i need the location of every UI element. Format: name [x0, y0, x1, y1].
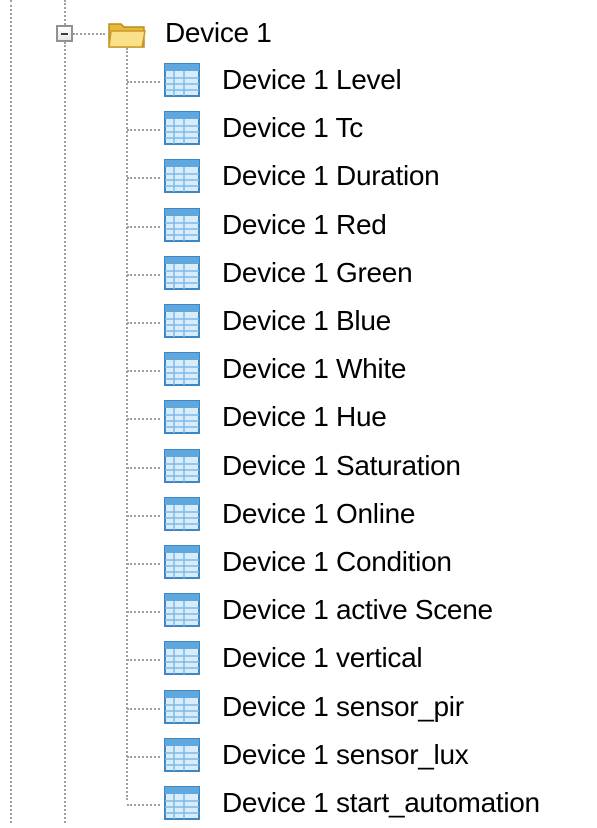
- tree-item-16[interactable]: Device 1 start_automation: [0, 780, 597, 828]
- tree-guide-line-parent: [64, 0, 66, 25]
- tree-item-15[interactable]: Device 1 sensor_lux: [0, 732, 597, 780]
- tree-item-label: Device 1 Level: [222, 64, 402, 95]
- table-icon: [164, 689, 200, 724]
- tree-item-label: Device 1 White: [222, 353, 407, 385]
- tree-connector: [127, 273, 160, 276]
- tree-item-7[interactable]: Device 1 White: [0, 346, 597, 394]
- table-icon: [164, 207, 200, 242]
- tree-item-8[interactable]: Device 1 Hue: [0, 394, 597, 442]
- table-icon: [164, 641, 200, 676]
- tree-item-12[interactable]: Device 1 active Scene: [0, 587, 597, 635]
- tree-item-2[interactable]: Device 1 Tc: [0, 105, 597, 153]
- tree-root-label[interactable]: Device 1: [165, 16, 272, 50]
- tree-connector: [127, 611, 160, 614]
- table-icon: [164, 737, 200, 772]
- tree-item-label: Device 1 Condition: [222, 546, 452, 577]
- table-icon: [164, 545, 200, 579]
- tree-connector: [127, 466, 160, 469]
- tree-item-label: Device 1 sensor_lux: [222, 738, 469, 770]
- tree-item-label: Device 1 Blue: [222, 305, 391, 336]
- table-icon: [164, 400, 200, 435]
- tree-item-label: Device 1 sensor_pir: [222, 690, 464, 722]
- table-icon: [164, 593, 200, 628]
- tree-item-label: Device 1 active Scene: [222, 594, 493, 626]
- tree-item-label: Device 1 vertical: [222, 642, 423, 674]
- tree-item-label: Device 1 Red: [222, 208, 387, 240]
- tree-item-3[interactable]: Device 1 Duration: [0, 153, 597, 201]
- table-icon: [164, 159, 200, 194]
- tree-connector: [127, 370, 160, 373]
- tree-connector: [127, 659, 160, 662]
- table-icon: [164, 448, 200, 483]
- tree-view: Device 1 Device 1 Level Device 1 Tc Devi…: [0, 0, 597, 823]
- folder-open-icon[interactable]: [108, 20, 146, 48]
- tree-connector: [127, 514, 160, 517]
- tree-item-11[interactable]: Device 1 Condition: [0, 539, 597, 587]
- tree-item-label: Device 1 Green: [222, 256, 413, 288]
- tree-item-10[interactable]: Device 1 Online: [0, 491, 597, 539]
- table-icon: [164, 352, 200, 387]
- table-icon: [164, 496, 200, 531]
- tree-connector: [127, 804, 160, 806]
- tree-item-14[interactable]: Device 1 sensor_pir: [0, 684, 597, 732]
- tree-item-label: Device 1 Duration: [222, 160, 440, 192]
- tree-item-label: Device 1 Tc: [222, 112, 363, 144]
- tree-item-1[interactable]: Device 1 Level: [0, 57, 597, 105]
- tree-connector: [127, 225, 160, 228]
- tree-item-5[interactable]: Device 1 Green: [0, 250, 597, 298]
- tree-item-label: Device 1 Online: [222, 497, 416, 529]
- table-icon: [164, 786, 200, 820]
- tree-item-4[interactable]: Device 1 Red: [0, 202, 597, 250]
- tree-item-13[interactable]: Device 1 vertical: [0, 635, 597, 683]
- collapse-toggle-button[interactable]: [56, 25, 73, 42]
- tree-item-6[interactable]: Device 1 Blue: [0, 298, 597, 346]
- tree-item-label: Device 1 Saturation: [222, 449, 461, 481]
- tree-connector-root: [73, 33, 105, 35]
- tree-connector: [127, 418, 160, 421]
- tree-connector: [127, 81, 160, 83]
- table-icon: [164, 63, 200, 97]
- tree-connector: [127, 129, 160, 132]
- tree-connector: [127, 707, 160, 710]
- tree-item-label: Device 1 Hue: [222, 401, 387, 433]
- tree-item-9[interactable]: Device 1 Saturation: [0, 443, 597, 491]
- table-icon: [164, 111, 200, 146]
- tree-item-label: Device 1 start_automation: [222, 787, 540, 818]
- table-icon: [164, 255, 200, 290]
- tree-connector: [127, 177, 160, 180]
- tree-connector: [127, 322, 160, 324]
- tree-connector: [127, 755, 160, 758]
- tree-connector: [127, 563, 160, 565]
- table-icon: [164, 304, 200, 338]
